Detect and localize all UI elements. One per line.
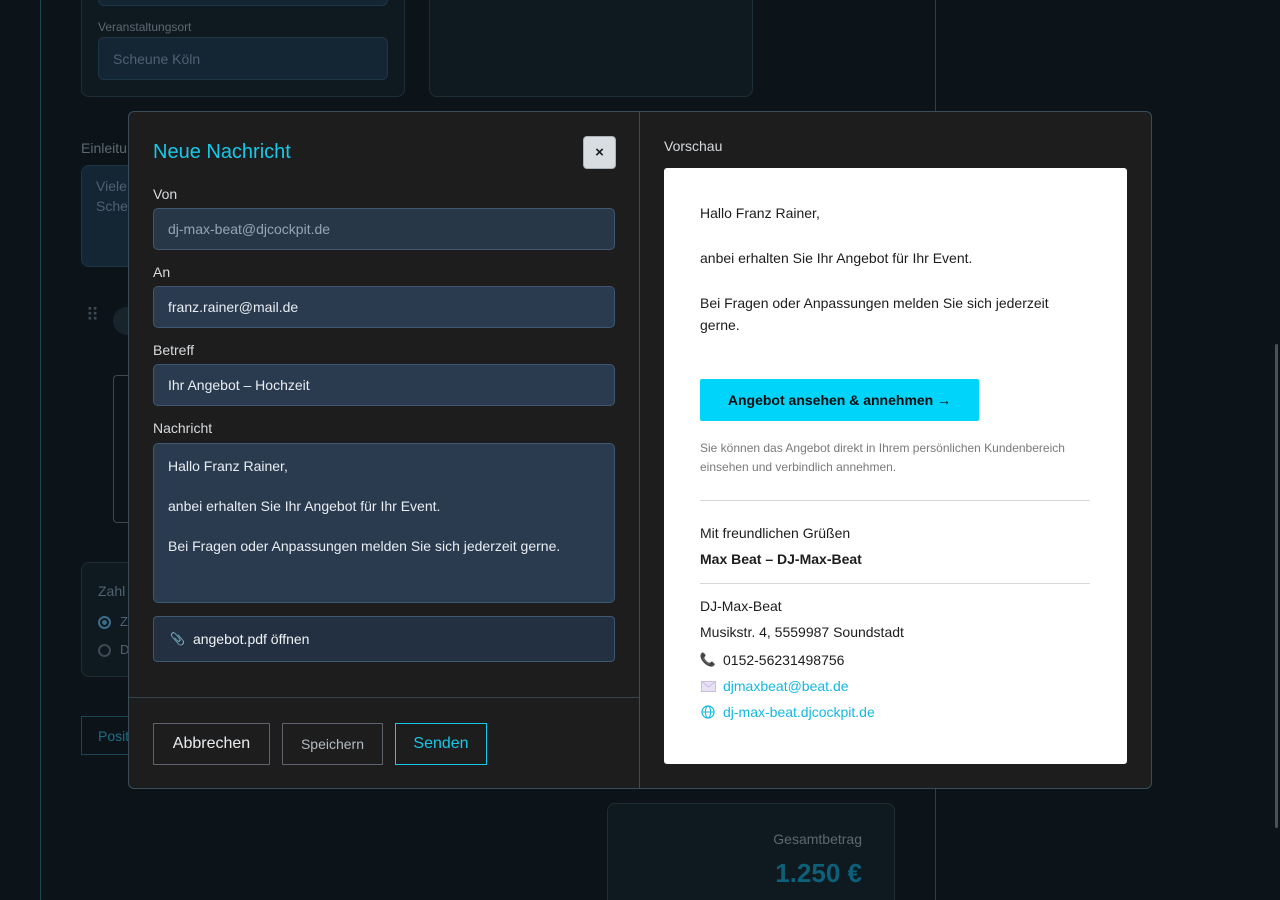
preview-body-1: anbei erhalten Sie Ihr Angebot für Ihr E… (700, 250, 973, 266)
to-label: An (153, 264, 171, 280)
preview-phone-row: 📞 0152-56231498756 (699, 652, 845, 668)
scrollbar-thumb[interactable] (1275, 344, 1278, 828)
preview-body-2: Bei Fragen oder Anpassungen melden Sie s… (700, 295, 1049, 333)
footer-divider (129, 697, 640, 698)
send-button[interactable]: Senden (395, 723, 487, 765)
message-textarea[interactable]: Hallo Franz Rainer, anbei erhalten Sie I… (153, 443, 615, 603)
preview-website-row: dj-max-beat.djcockpit.de (700, 704, 875, 720)
subject-label: Betreff (153, 342, 194, 358)
preview-note: Sie können das Angebot direkt in Ihrem p… (700, 441, 1065, 474)
payment-radio-1[interactable] (98, 616, 111, 629)
to-field[interactable] (153, 286, 615, 328)
close-button[interactable]: × (583, 136, 616, 169)
intro-text-line-1: Viele (96, 178, 127, 194)
message-line-1: Hallo Franz Rainer, (168, 458, 288, 474)
preview-divider-2 (700, 583, 1090, 584)
email-preview: Hallo Franz Rainer, anbei erhalten Sie I… (664, 168, 1127, 764)
preview-label: Vorschau (664, 138, 723, 154)
intro-label: Einleitu (81, 140, 127, 156)
phone-icon: 📞 (699, 652, 717, 667)
from-label: Von (153, 186, 178, 202)
subject-field[interactable] (153, 364, 615, 406)
preview-website-link[interactable]: dj-max-beat.djcockpit.de (723, 704, 875, 720)
preview-closing: Mit freundlichen Grüßen (700, 525, 851, 541)
side-card (429, 0, 753, 97)
venue-label: Veranstaltungsort (98, 20, 192, 34)
intro-text-line-2: Sche (96, 198, 128, 214)
total-card: Gesamtbetrag 1.250 € (607, 803, 895, 900)
new-message-dialog: Neue Nachricht × Von An Betreff Nachrich… (128, 111, 1152, 789)
preview-email-row: djmaxbeat@beat.de (700, 678, 849, 694)
view-offer-button[interactable]: Angebot ansehen & annehmen → (700, 379, 979, 421)
payment-radio-2[interactable] (98, 644, 111, 657)
preview-address: Musikstr. 4, 5559987 Soundstadt (700, 624, 904, 640)
attachment-link[interactable]: 📎 angebot.pdf öffnen (153, 616, 615, 662)
preview-email-link[interactable]: djmaxbeat@beat.de (723, 678, 849, 694)
total-value: 1.250 € (775, 858, 862, 888)
paperclip-icon: 📎 (170, 632, 185, 646)
dialog-title: Neue Nachricht (153, 141, 291, 163)
preview-phone: 0152-56231498756 (723, 652, 845, 668)
message-line-2: anbei erhalten Sie Ihr Angebot für Ihr E… (168, 498, 441, 514)
preview-signature: Max Beat – DJ-Max-Beat (700, 551, 862, 567)
cancel-button[interactable]: Abbrechen (153, 723, 270, 765)
preview-panel: Vorschau Hallo Franz Rainer, anbei erhal… (640, 112, 1151, 788)
attachment-label: angebot.pdf öffnen (192, 631, 310, 647)
message-form-panel: Neue Nachricht × Von An Betreff Nachrich… (129, 112, 640, 788)
drag-handle-icon[interactable]: ⠿ (86, 305, 99, 326)
payment-label: Zahl (98, 583, 126, 599)
from-field[interactable] (153, 208, 615, 250)
preview-greeting: Hallo Franz Rainer, (700, 205, 820, 221)
total-label: Gesamtbetrag (773, 831, 862, 847)
close-icon: × (595, 144, 604, 161)
preview-company: DJ-Max-Beat (700, 598, 782, 614)
preview-divider-1 (700, 500, 1090, 501)
venue-input[interactable]: Scheune Köln (98, 37, 388, 80)
globe-icon (700, 704, 716, 720)
payment-radio-1-label: Z (120, 614, 128, 629)
truncated-input (98, 0, 388, 6)
save-button[interactable]: Speichern (282, 723, 383, 765)
envelope-icon (700, 678, 716, 694)
message-line-3: Bei Fragen oder Anpassungen melden Sie s… (168, 538, 561, 554)
message-label: Nachricht (153, 420, 213, 436)
